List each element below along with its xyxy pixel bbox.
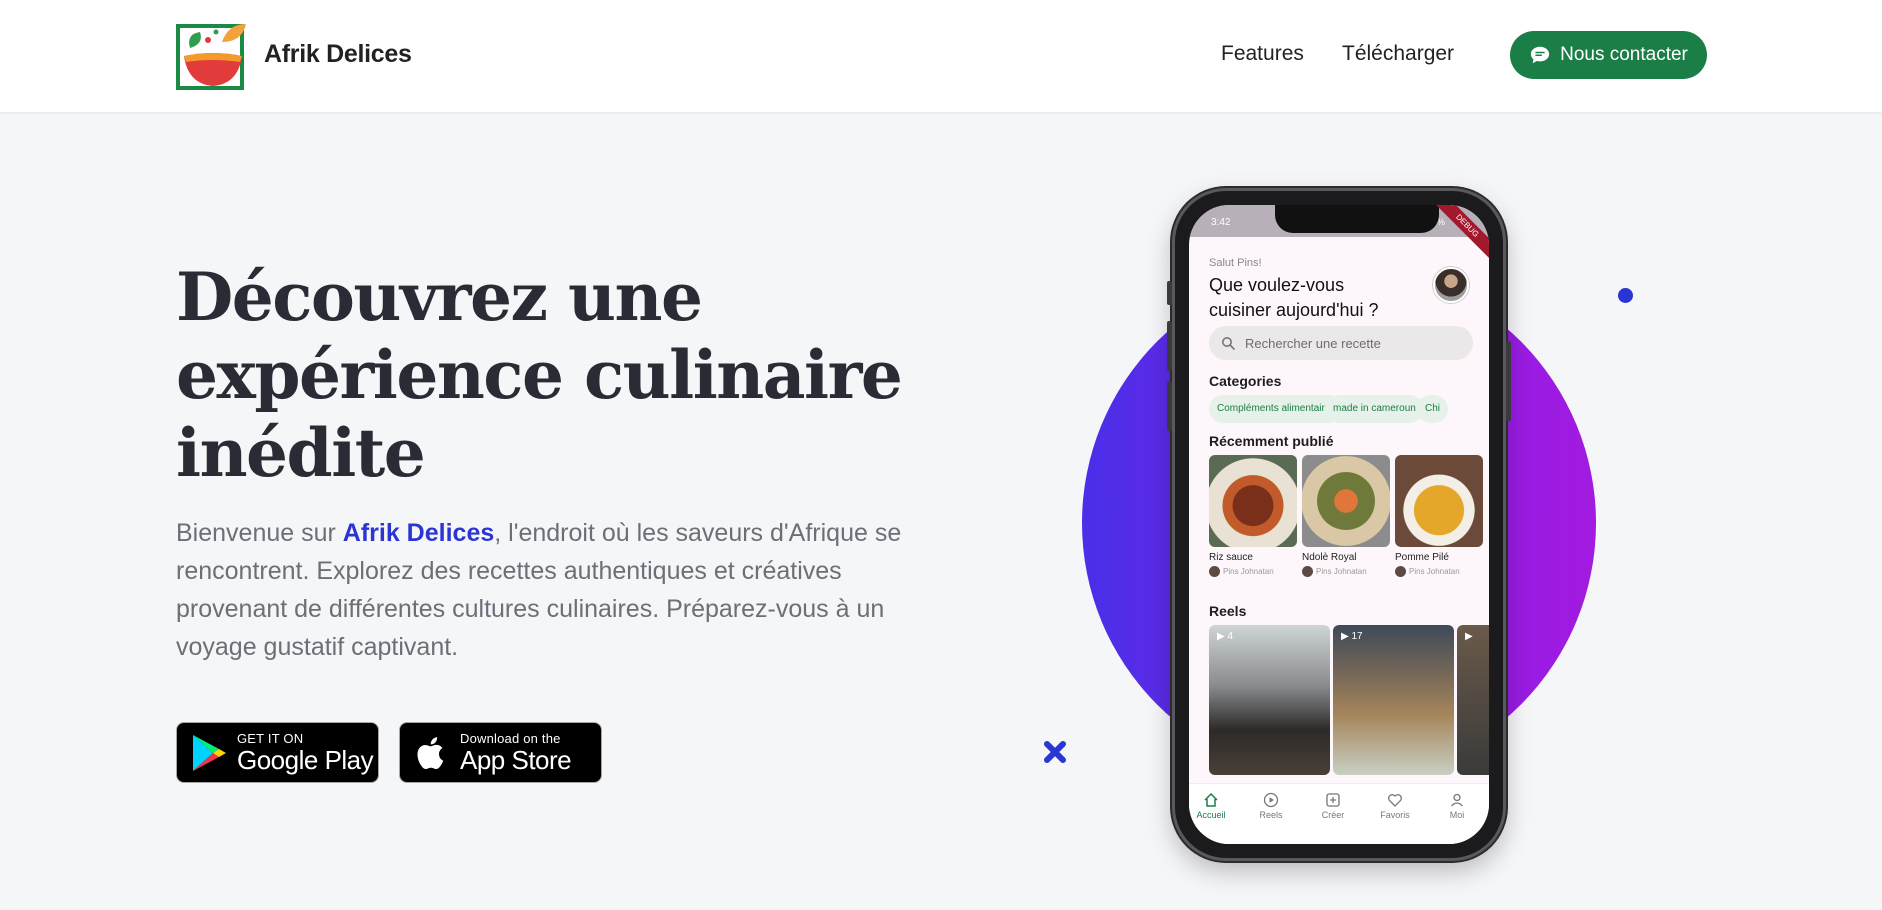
phone-mute-switch — [1167, 281, 1172, 305]
bottom-nav-label: Reels — [1259, 810, 1283, 820]
play-circle-icon — [1263, 792, 1279, 808]
bottom-nav-label: Créer — [1321, 810, 1345, 820]
reel-card[interactable]: ▶ 17 — [1333, 625, 1454, 775]
phone-notch — [1275, 205, 1439, 233]
categories-title: Categories — [1209, 373, 1282, 389]
hero-description: Bienvenue sur Afrik Delices, l'endroit o… — [176, 514, 916, 666]
recipe-name: Riz sauce — [1209, 552, 1253, 563]
recipe-author: Pins Johnatan — [1302, 566, 1390, 577]
logo-bowl-icon[interactable] — [176, 18, 250, 92]
reel-count: ▶ 4 — [1217, 631, 1234, 642]
bottom-nav-reels[interactable]: Reels — [1249, 792, 1293, 820]
recipe-card[interactable]: Pomme Pilé Pins Johnatan — [1395, 455, 1483, 577]
nav-link-features[interactable]: Features — [1221, 42, 1304, 66]
google-play-icon — [193, 734, 226, 771]
recipe-author-name: Pins Johnatan — [1409, 567, 1460, 576]
home-icon — [1204, 792, 1218, 807]
heart-icon — [1388, 794, 1402, 807]
recipe-name: Pomme Pilé — [1395, 552, 1449, 563]
bottom-nav-home[interactable]: Accueil — [1189, 792, 1233, 820]
app-store-badge[interactable]: Download on the App Store — [399, 722, 602, 783]
recipe-card[interactable]: Riz sauce Pins Johnatan — [1209, 455, 1297, 577]
search-placeholder: Rechercher une recette — [1245, 335, 1381, 351]
reel-count: ▶ — [1465, 631, 1473, 642]
reel-card[interactable]: ▶ — [1457, 625, 1489, 775]
site-header: Afrik Delices Features Télécharger Nous … — [0, 0, 1882, 112]
recent-title: Récemment publié — [1209, 433, 1334, 449]
bottom-nav-favorites[interactable]: Favoris — [1373, 792, 1417, 820]
category-chip[interactable]: Chi — [1417, 395, 1449, 423]
bottom-nav-profile[interactable]: Moi — [1435, 792, 1479, 820]
recipe-search-input[interactable]: Rechercher une recette — [1209, 326, 1473, 360]
bottom-nav-label: Favoris — [1380, 810, 1410, 820]
plus-square-icon — [1326, 793, 1340, 807]
search-icon — [1222, 337, 1235, 350]
recipe-author-name: Pins Johnatan — [1223, 567, 1274, 576]
phone-volume-down — [1167, 381, 1172, 431]
hero-text-intro: Bienvenue sur — [176, 519, 343, 547]
bottom-nav-label: Moi — [1449, 810, 1465, 820]
hero-title: Découvrez une expérience culinaire inédi… — [176, 258, 903, 492]
dot-decoration — [1618, 288, 1633, 303]
mini-avatar — [1209, 566, 1220, 577]
bottom-nav-label: Accueil — [1196, 810, 1226, 820]
recipe-author: Pins Johnatan — [1209, 566, 1297, 577]
brand-name[interactable]: Afrik Delices — [264, 40, 412, 69]
google-badge-small-text: GET IT ON — [237, 730, 304, 746]
recipe-author-name: Pins Johnatan — [1316, 567, 1367, 576]
phone-screen: 3:42 69% DEBUG Salut Pins! Que voulez-vo… — [1189, 205, 1489, 844]
bottom-nav-create[interactable]: Créer — [1311, 792, 1355, 820]
nav-link-download[interactable]: Télécharger — [1342, 42, 1454, 66]
avatar[interactable] — [1433, 267, 1469, 303]
contact-button[interactable]: Nous contacter — [1510, 31, 1707, 79]
category-chip[interactable]: Compléments alimentaires — [1209, 395, 1344, 423]
contact-button-label: Nous contacter — [1560, 44, 1688, 65]
recipe-image — [1302, 455, 1390, 547]
close-x-icon — [1044, 741, 1066, 763]
app-question-heading: Que voulez-vous cuisiner aujourd'hui ? — [1209, 275, 1379, 320]
recipe-image — [1395, 455, 1483, 547]
greeting-text: Salut Pins! — [1209, 257, 1262, 269]
chat-icon — [1530, 46, 1550, 64]
google-badge-large-text: Google Play — [237, 744, 374, 775]
bottom-navigation: Accueil Reels Créer Favoris Moi — [1189, 783, 1489, 844]
status-time: 3:42 — [1211, 217, 1231, 228]
phone-mockup: 3:42 69% DEBUG Salut Pins! Que voulez-vo… — [1167, 188, 1511, 861]
reels-title: Reels — [1209, 603, 1247, 619]
phone-volume-up — [1167, 321, 1172, 371]
category-chip[interactable]: made in cameroun — [1325, 395, 1424, 423]
hero-brand-highlight: Afrik Delices — [342, 519, 495, 547]
recipe-card[interactable]: Ndolè Royal Pins Johnatan — [1302, 455, 1390, 577]
user-icon — [1451, 793, 1463, 807]
mini-avatar — [1395, 566, 1406, 577]
apple-badge-large-text: App Store — [460, 744, 572, 775]
phone-power-button — [1506, 341, 1511, 421]
google-play-badge[interactable]: GET IT ON Google Play — [176, 722, 379, 783]
recipe-name: Ndolè Royal — [1302, 552, 1357, 563]
mini-avatar — [1302, 566, 1313, 577]
apple-badge-small-text: Download on the — [460, 730, 561, 746]
recipe-author: Pins Johnatan — [1395, 566, 1483, 577]
reel-card[interactable]: ▶ 4 — [1209, 625, 1330, 775]
apple-icon — [417, 736, 444, 769]
reel-count: ▶ 17 — [1341, 631, 1363, 642]
recipe-image — [1209, 455, 1297, 547]
